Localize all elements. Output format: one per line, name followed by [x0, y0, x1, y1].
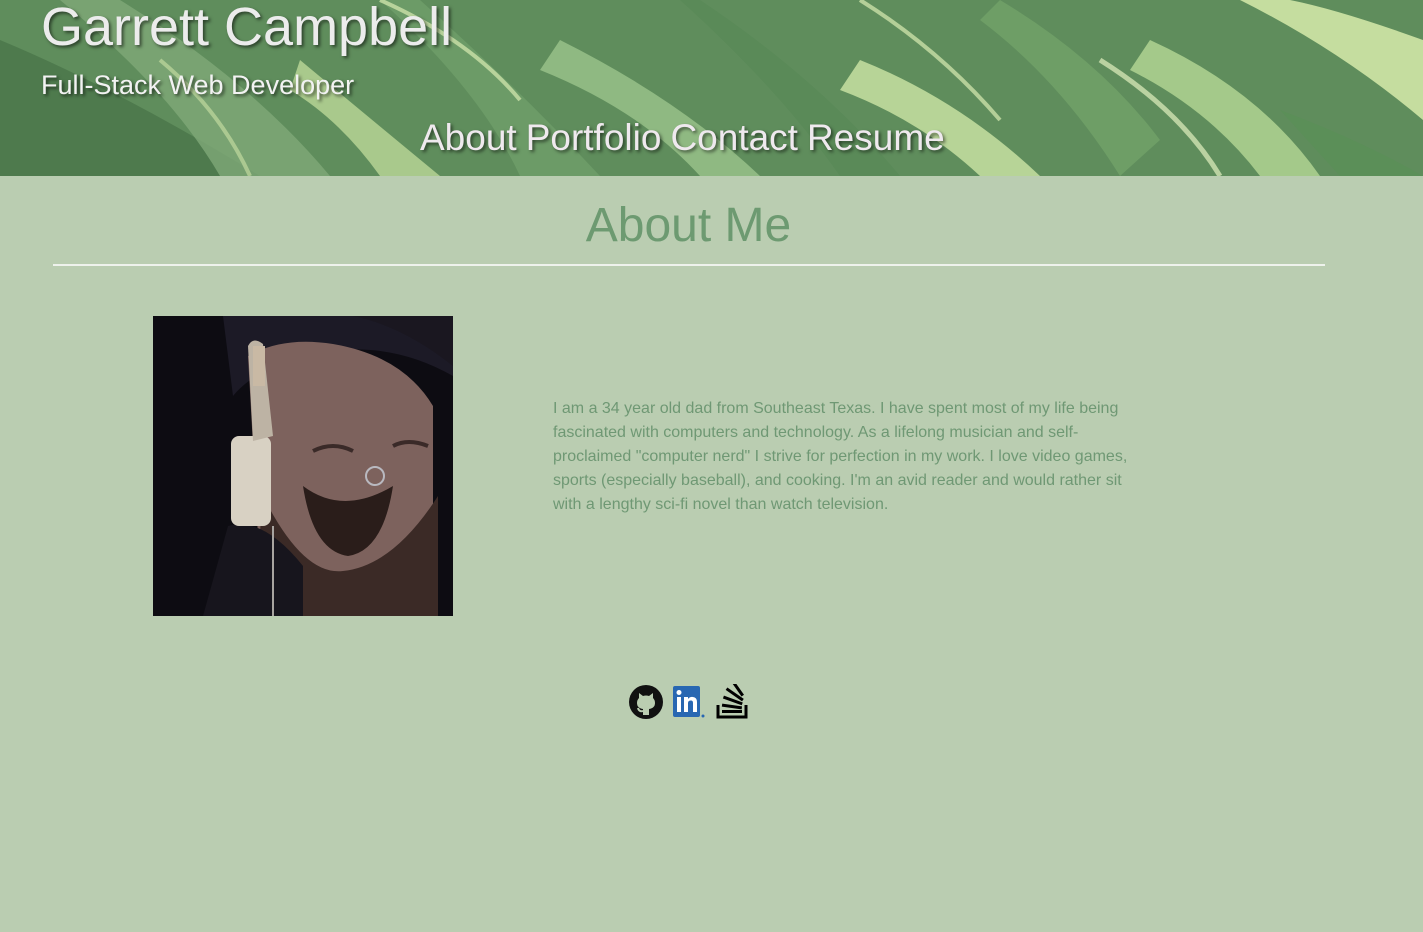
nav-link-portfolio[interactable]: Portfolio: [526, 117, 662, 159]
stackoverflow-link[interactable]: [714, 680, 750, 720]
profile-photo-illustration: [153, 316, 453, 616]
linkedin-link[interactable]: [671, 684, 707, 720]
section-divider: [53, 264, 1325, 266]
github-link[interactable]: [628, 684, 664, 720]
social-links: [628, 680, 750, 720]
site-subtitle: Full-Stack Web Developer: [41, 70, 355, 100]
about-heading: About Me: [585, 199, 792, 252]
github-icon: [629, 685, 663, 719]
site-header: Garrett Campbell Full-Stack Web Develope…: [0, 0, 1423, 176]
nav-link-about[interactable]: About: [420, 117, 517, 159]
nav-link-contact[interactable]: Contact: [670, 117, 798, 159]
profile-photo: [153, 316, 453, 616]
linkedin-icon: [673, 686, 705, 718]
about-bio: I am a 34 year old dad from Southeast Te…: [553, 400, 1128, 513]
stackoverflow-icon: [716, 680, 748, 719]
nav-link-resume[interactable]: Resume: [807, 117, 945, 159]
main-nav: About Portfolio Contact Resume: [420, 117, 945, 159]
site-title: Garrett Campbell: [41, 0, 453, 57]
